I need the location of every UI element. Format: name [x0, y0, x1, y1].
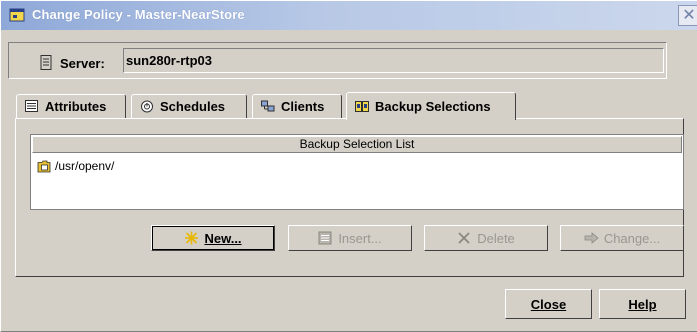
new-button-label: New... [204, 230, 242, 246]
backup-selections-icon [355, 101, 369, 112]
server-label: Server: [60, 56, 105, 71]
title-bar[interactable]: Change Policy - Master-NearStore ✕ [1, 1, 697, 30]
change-button-label: Change... [603, 230, 661, 246]
tab-schedules[interactable]: Schedules [131, 94, 247, 118]
insert-button[interactable]: Insert... [288, 225, 412, 251]
tab-label: Clients [281, 99, 325, 114]
close-button[interactable]: Close [505, 289, 592, 319]
tab-backup-selections[interactable]: Backup Selections [346, 92, 516, 120]
server-field: sun280r-rtp03 [123, 48, 664, 73]
change-icon [584, 232, 599, 244]
window-title: Change Policy - Master-NearStore [32, 7, 245, 22]
change-button[interactable]: Change... [560, 225, 684, 251]
close-button-label: Close [530, 296, 567, 312]
insert-button-label: Insert... [338, 230, 382, 246]
tab-label: Attributes [45, 99, 107, 114]
backup-path: /usr/openv/ [55, 159, 115, 173]
attributes-icon [25, 100, 38, 112]
delete-icon [458, 232, 470, 244]
delete-button[interactable]: Delete [424, 225, 548, 251]
backup-selection-list[interactable]: Backup Selection List /usr/openv/ [30, 134, 684, 210]
tab-label: Schedules [160, 99, 226, 114]
change-policy-window: Change Policy - Master-NearStore ✕ Serve… [0, 0, 697, 332]
close-icon[interactable]: ✕ [678, 5, 697, 26]
list-column-header[interactable]: Backup Selection List [32, 136, 682, 153]
app-icon [9, 8, 25, 22]
schedules-icon [141, 100, 153, 113]
help-button[interactable]: Help [599, 289, 686, 319]
tab-clients[interactable]: Clients [252, 94, 342, 118]
folder-icon [37, 160, 51, 173]
tab-label: Backup Selections [375, 99, 491, 114]
tab-attributes[interactable]: Attributes [16, 94, 126, 118]
delete-button-label: Delete [477, 230, 515, 246]
clients-icon [261, 100, 275, 112]
server-icon [40, 55, 52, 70]
new-icon [185, 231, 199, 245]
list-item[interactable]: /usr/openv/ [37, 158, 114, 174]
insert-icon [318, 231, 332, 245]
help-button-label: Help [628, 296, 657, 312]
new-button[interactable]: New... [151, 225, 275, 251]
